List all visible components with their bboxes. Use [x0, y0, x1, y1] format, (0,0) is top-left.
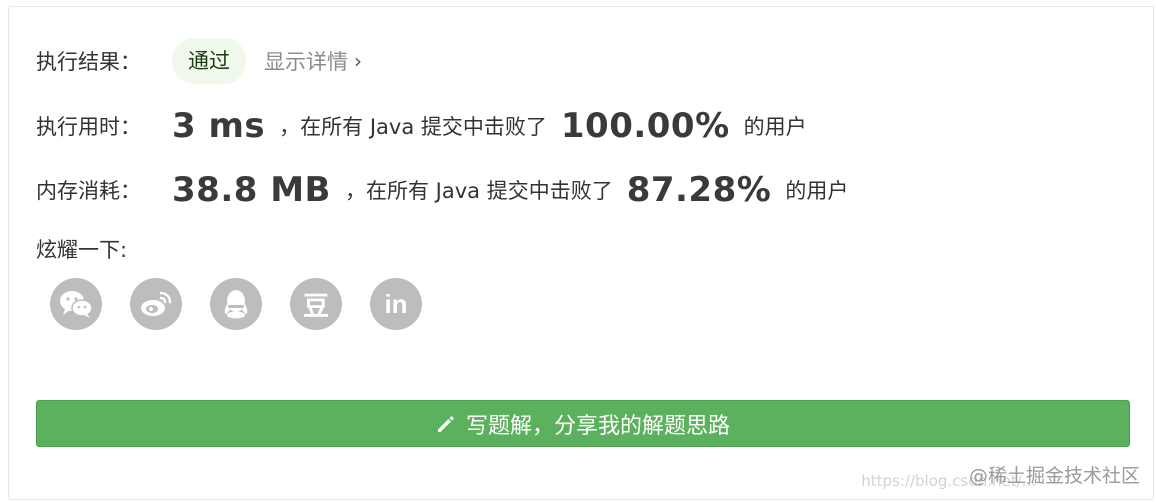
linkedin-glyph: in — [384, 288, 408, 319]
douban-glyph: 豆 — [302, 290, 329, 321]
memory-text-after: 的用户 — [785, 179, 849, 203]
runtime-text-before: ，在所有 Java 提交中击败了 — [279, 115, 547, 139]
result-label: 执行结果： — [36, 50, 141, 74]
share-label: 炫耀一下: — [36, 238, 128, 262]
runtime-label: 执行用时： — [36, 115, 141, 139]
memory-row: 内存消耗： 38.8 MB ，在所有 Java 提交中击败了 87.28% 的用… — [36, 170, 848, 210]
write-solution-label: 写题解，分享我的解题思路 — [465, 413, 730, 439]
qq-icon[interactable] — [210, 278, 262, 330]
memory-value: 38.8 MB — [172, 170, 331, 210]
runtime-text-after: 的用户 — [743, 115, 807, 139]
runtime-percent: 100.00% — [560, 106, 730, 146]
runtime-value: 3 ms — [172, 106, 266, 146]
runtime-row: 执行用时： 3 ms ，在所有 Java 提交中击败了 100.00% 的用户 — [36, 106, 807, 146]
chevron-right-icon: › — [354, 49, 362, 73]
wechat-icon[interactable] — [50, 278, 102, 330]
share-icons: 豆 in — [50, 278, 450, 330]
pencil-icon — [437, 415, 454, 432]
status-badge: 通过 — [172, 38, 246, 84]
write-solution-button[interactable]: 写题解，分享我的解题思路 — [36, 400, 1130, 447]
result-row: 执行结果： 通过 显示详情 › — [36, 38, 362, 84]
douban-icon[interactable]: 豆 — [290, 278, 342, 330]
memory-percent: 87.28% — [626, 170, 772, 210]
linkedin-icon[interactable]: in — [370, 278, 422, 330]
show-details-label: 显示详情 — [264, 50, 348, 74]
show-details-link[interactable]: 显示详情 › — [264, 46, 362, 76]
weibo-icon[interactable] — [130, 278, 182, 330]
watermark: @稀土掘金技术社区 — [968, 465, 1140, 487]
memory-text-before: ，在所有 Java 提交中击败了 — [344, 179, 613, 203]
memory-label: 内存消耗： — [36, 179, 141, 203]
